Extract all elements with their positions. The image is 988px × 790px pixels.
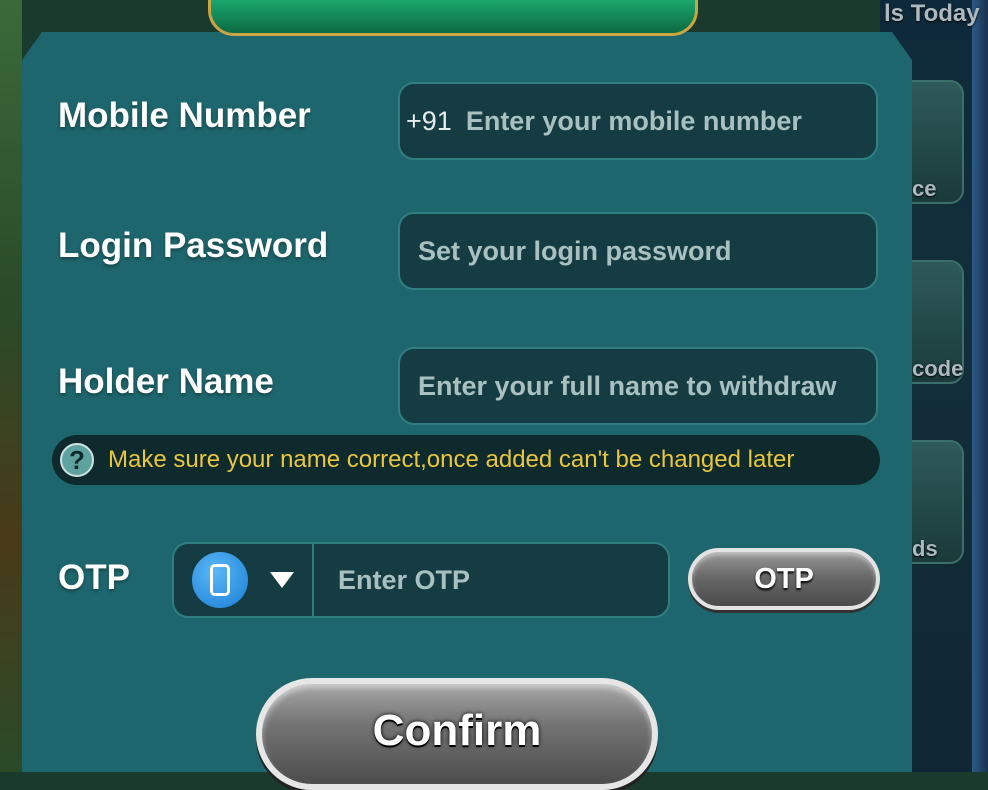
otp-placeholder: Enter OTP: [338, 564, 471, 595]
phone-icon: [210, 564, 230, 596]
country-code-prefix: +91: [406, 105, 452, 136]
background-side-label: ds: [912, 536, 938, 561]
mobile-number-field[interactable]: +91 Enter your mobile number: [398, 82, 878, 160]
mobile-number-placeholder: Enter your mobile number: [465, 105, 802, 136]
background-side-label: ce: [912, 176, 937, 201]
login-password-placeholder: Set your login password: [418, 235, 732, 266]
name-warning-text: Make sure your name correct,once added c…: [108, 446, 795, 473]
panel-header-bar: [208, 0, 698, 36]
otp-method-selector[interactable]: [192, 552, 248, 608]
background-scrollbar-strip: [972, 0, 988, 772]
name-warning-note: ? Make sure your name correct,once added…: [52, 435, 880, 485]
chevron-down-icon[interactable]: [270, 572, 294, 588]
holder-name-placeholder: Enter your full name to withdraw: [418, 370, 837, 401]
holder-name-field[interactable]: Enter your full name to withdraw: [398, 347, 878, 425]
send-otp-button[interactable]: OTP: [688, 548, 880, 610]
otp-field[interactable]: Enter OTP: [172, 542, 670, 618]
background-side-label: code: [912, 356, 964, 381]
login-password-field[interactable]: Set your login password: [398, 212, 878, 290]
holder-name-label: Holder Name: [58, 362, 274, 401]
login-password-label: Login Password: [58, 226, 329, 265]
mobile-number-label: Mobile Number: [58, 96, 311, 135]
background-left-edge: [0, 0, 22, 772]
otp-label: OTP: [58, 558, 130, 597]
background-text-today: ls Today: [884, 0, 980, 27]
confirm-button[interactable]: Confirm: [256, 678, 658, 790]
question-icon: ?: [60, 443, 94, 477]
otp-field-divider: [312, 542, 314, 618]
